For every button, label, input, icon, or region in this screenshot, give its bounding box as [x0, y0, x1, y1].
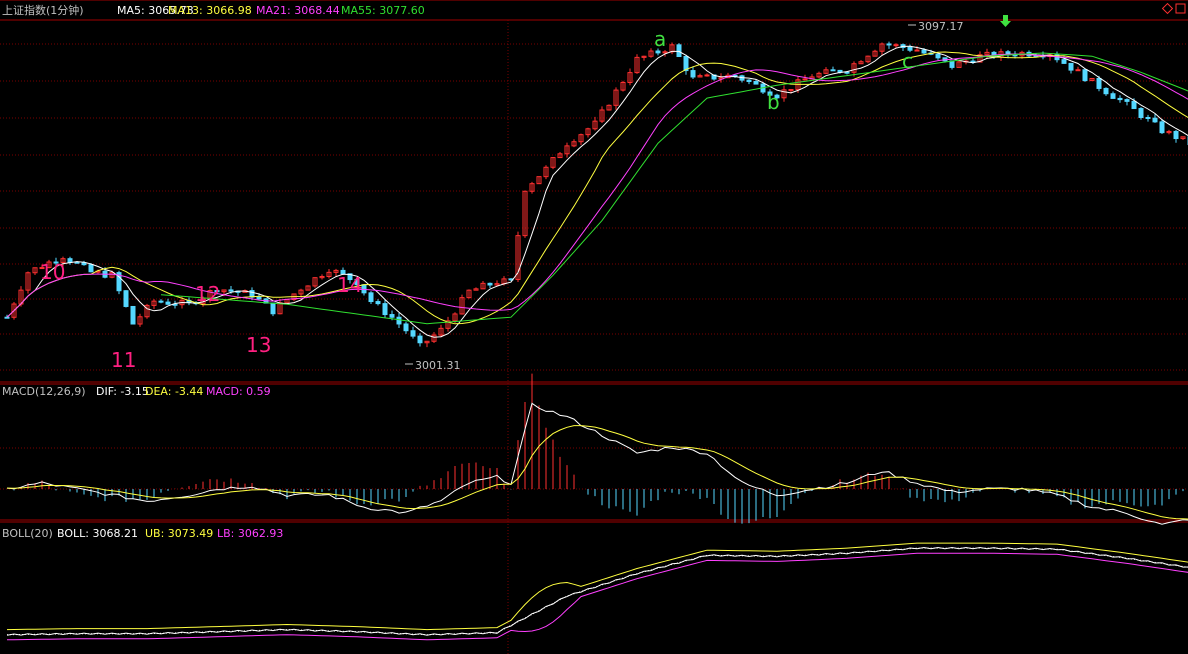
candle-body — [158, 300, 164, 303]
ma55-legend: MA55: 3077.60 — [341, 4, 425, 17]
low-price-label: 3001.31 — [415, 359, 461, 372]
candle-body — [746, 79, 752, 83]
boll-ub-legend: UB: 3073.49 — [145, 527, 213, 540]
candle-body — [270, 302, 276, 315]
candle-body — [410, 330, 416, 337]
candle-body — [403, 323, 409, 332]
macd-dif-legend: DIF: -3.15 — [96, 385, 149, 398]
candle-body — [886, 43, 892, 46]
candle-body — [914, 49, 920, 52]
candle-body — [1173, 130, 1179, 140]
candle-body — [487, 282, 493, 286]
wave-label-10: 10 — [40, 260, 65, 284]
boll-lower-band — [6, 552, 1188, 641]
candle-body — [417, 335, 423, 344]
intraday-kline-chart[interactable]: 上证指数(1分钟) MA5: 3065.73 MA13: 3066.98 MA2… — [0, 0, 1188, 654]
candle-body — [970, 60, 976, 63]
wave-label-12: 12 — [195, 282, 220, 306]
candle-body — [690, 70, 696, 78]
candle-body — [130, 305, 136, 325]
candle-body — [74, 261, 80, 264]
arrow-down-icon — [1000, 15, 1011, 27]
diamond-icon[interactable] — [1161, 2, 1174, 15]
candle-body — [4, 316, 10, 319]
boll-lb-legend: LB: 3062.93 — [217, 527, 283, 540]
macd-title: MACD(12,26,9) — [2, 385, 86, 398]
candle-body — [256, 296, 262, 300]
wave-label-14: 14 — [337, 273, 362, 297]
moving-average-lines — [6, 45, 1188, 338]
candle-body — [1061, 59, 1067, 64]
candle-body — [1082, 69, 1088, 82]
candle-body — [935, 53, 941, 59]
candle-body — [802, 78, 808, 81]
candle-body — [921, 49, 927, 54]
macd-value-legend: MACD: 0.59 — [206, 385, 271, 398]
candle-body — [844, 71, 850, 74]
ma21-legend: MA21: 3068.44 — [256, 4, 340, 17]
chart-title: 上证指数(1分钟) — [2, 3, 84, 17]
chart-grid — [0, 0, 1188, 654]
candle-body — [1075, 69, 1081, 72]
candle-body — [753, 81, 759, 85]
candle-body — [361, 284, 367, 294]
wave-label-13: 13 — [246, 333, 271, 357]
candle-body — [1138, 108, 1144, 118]
macd-dea-line — [6, 425, 1188, 520]
wave-label-c: c — [902, 49, 913, 73]
candle-body — [396, 316, 402, 325]
ma21-line — [6, 53, 1188, 318]
candlestick-series — [4, 41, 1188, 348]
close-box-icon[interactable] — [1175, 3, 1186, 14]
candle-body — [368, 292, 374, 303]
candle-body — [375, 301, 381, 305]
macd-dea-legend: DEA: -3.44 — [145, 385, 203, 398]
candle-body — [88, 264, 94, 273]
candle-body — [67, 258, 73, 263]
wave-label-a: a — [654, 27, 666, 51]
high-price-label: 3097.17 — [918, 20, 964, 33]
wave-label-b: b — [767, 90, 780, 114]
candle-body — [1117, 97, 1123, 101]
candle-body — [655, 50, 661, 54]
candle-body — [123, 290, 129, 307]
candle-body — [1152, 117, 1158, 123]
boll-title: BOLL(20) — [2, 527, 53, 540]
candle-body — [676, 44, 682, 58]
candle-body — [228, 289, 234, 292]
candle-body — [949, 60, 955, 68]
candle-body — [788, 89, 794, 92]
candle-body — [1131, 100, 1137, 110]
candle-body — [1110, 93, 1116, 99]
wave-label-11: 11 — [111, 348, 136, 372]
ma13-line — [6, 51, 1188, 325]
boll-mid-legend: BOLL: 3068.21 — [57, 527, 138, 540]
candle-body — [1145, 116, 1151, 119]
candle-body — [830, 69, 836, 72]
candle-body — [1068, 62, 1074, 71]
candle-body — [704, 74, 710, 77]
candle-body — [1096, 77, 1102, 89]
candle-body — [389, 314, 395, 318]
boll-panel — [6, 542, 1188, 641]
candle-body — [893, 44, 899, 47]
ma5-line — [6, 45, 1188, 338]
candle-body — [1124, 99, 1130, 102]
candle-body — [1103, 87, 1109, 95]
candle-body — [81, 262, 87, 266]
macd-dif-line — [6, 402, 1188, 525]
candle-body — [1159, 121, 1165, 134]
candle-body — [382, 303, 388, 316]
ma13-legend: MA13: 3066.98 — [168, 4, 252, 17]
candle-body — [165, 301, 171, 305]
